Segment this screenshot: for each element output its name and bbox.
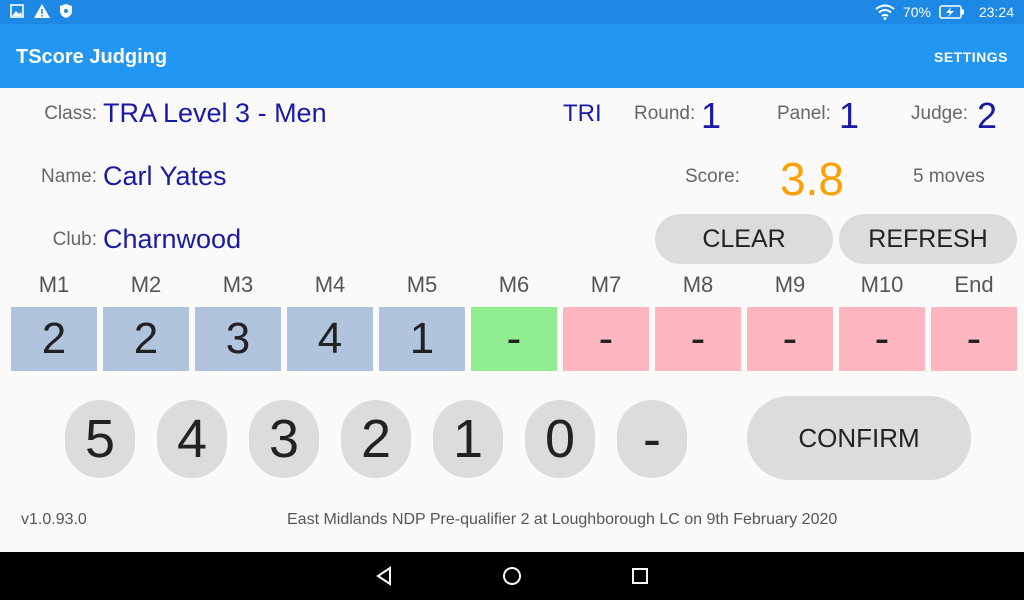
score-label: Score: xyxy=(685,166,740,187)
navigation-bar xyxy=(0,552,1024,600)
clock: 23:24 xyxy=(978,4,1014,20)
home-icon[interactable] xyxy=(500,564,524,588)
round-value: 1 xyxy=(701,95,722,136)
move-label: End xyxy=(954,272,994,297)
move-label: M9 xyxy=(774,272,806,297)
status-bar: 70% 23:24 xyxy=(0,0,1024,24)
battery-charging-icon xyxy=(939,5,964,19)
wifi-icon xyxy=(875,4,895,20)
move-box-m7[interactable]: - xyxy=(563,307,649,371)
judge-value: 2 xyxy=(977,95,998,136)
battery-percent: 70% xyxy=(902,4,931,20)
judge-label: Judge: xyxy=(911,103,969,124)
app-title: TScore Judging xyxy=(16,46,168,68)
move-label: M7 xyxy=(590,272,622,297)
move-box-m10[interactable]: - xyxy=(839,307,925,371)
confirm-button[interactable]: CONFIRM xyxy=(747,396,971,480)
app-bar: TScore Judging SETTINGS xyxy=(0,24,1024,88)
move-box-m4[interactable]: 4 xyxy=(287,307,373,371)
back-icon[interactable] xyxy=(372,564,396,588)
panel-value: 1 xyxy=(839,95,860,136)
move-box-m8[interactable]: - xyxy=(655,307,741,371)
image-icon xyxy=(10,4,24,18)
move-box-m3[interactable]: 3 xyxy=(195,307,281,371)
move-label: M1 xyxy=(38,272,70,297)
move-box-m1[interactable]: 2 xyxy=(11,307,97,371)
clear-button[interactable]: CLEAR xyxy=(655,214,833,264)
move-box-m5[interactable]: 1 xyxy=(379,307,465,371)
move-label: M10 xyxy=(860,272,904,297)
club-value: Charnwood xyxy=(103,224,242,254)
club-label: Club: xyxy=(52,229,97,250)
panel-label: Panel: xyxy=(777,103,831,124)
shield-icon xyxy=(60,4,72,18)
score-key-5[interactable]: 5 xyxy=(65,400,135,478)
discipline-value: TRI xyxy=(563,100,602,127)
move-label: M4 xyxy=(314,272,346,297)
move-label: M6 xyxy=(498,272,530,297)
round-label: Round: xyxy=(634,103,696,124)
name-value: Carl Yates xyxy=(103,161,227,191)
settings-button[interactable]: SETTINGS xyxy=(934,49,1008,65)
move-box-end[interactable]: - xyxy=(931,307,1017,371)
refresh-button[interactable]: REFRESH xyxy=(839,214,1017,264)
move-box-m2[interactable]: 2 xyxy=(103,307,189,371)
move-box-m9[interactable]: - xyxy=(747,307,833,371)
score-key-1[interactable]: 1 xyxy=(433,400,503,478)
move-label: M5 xyxy=(406,272,438,297)
score-key-dash[interactable]: - xyxy=(617,400,687,478)
move-box-m6[interactable]: - xyxy=(471,307,557,371)
event-text: East Midlands NDP Pre-qualifier 2 at Lou… xyxy=(287,511,838,528)
warning-icon xyxy=(34,4,50,18)
name-label: Name: xyxy=(41,166,97,187)
class-value: TRA Level 3 - Men xyxy=(103,98,327,128)
move-label: M3 xyxy=(222,272,254,297)
score-key-3[interactable]: 3 xyxy=(249,400,319,478)
move-label: M2 xyxy=(130,272,162,297)
score-value: 3.8 xyxy=(780,153,844,205)
score-key-0[interactable]: 0 xyxy=(525,400,595,478)
version-text: v1.0.93.0 xyxy=(21,511,87,528)
moves-count: 5 moves xyxy=(913,166,985,187)
class-label: Class: xyxy=(44,103,97,124)
move-label: M8 xyxy=(682,272,714,297)
recents-icon[interactable] xyxy=(628,564,652,588)
score-key-2[interactable]: 2 xyxy=(341,400,411,478)
score-key-4[interactable]: 4 xyxy=(157,400,227,478)
